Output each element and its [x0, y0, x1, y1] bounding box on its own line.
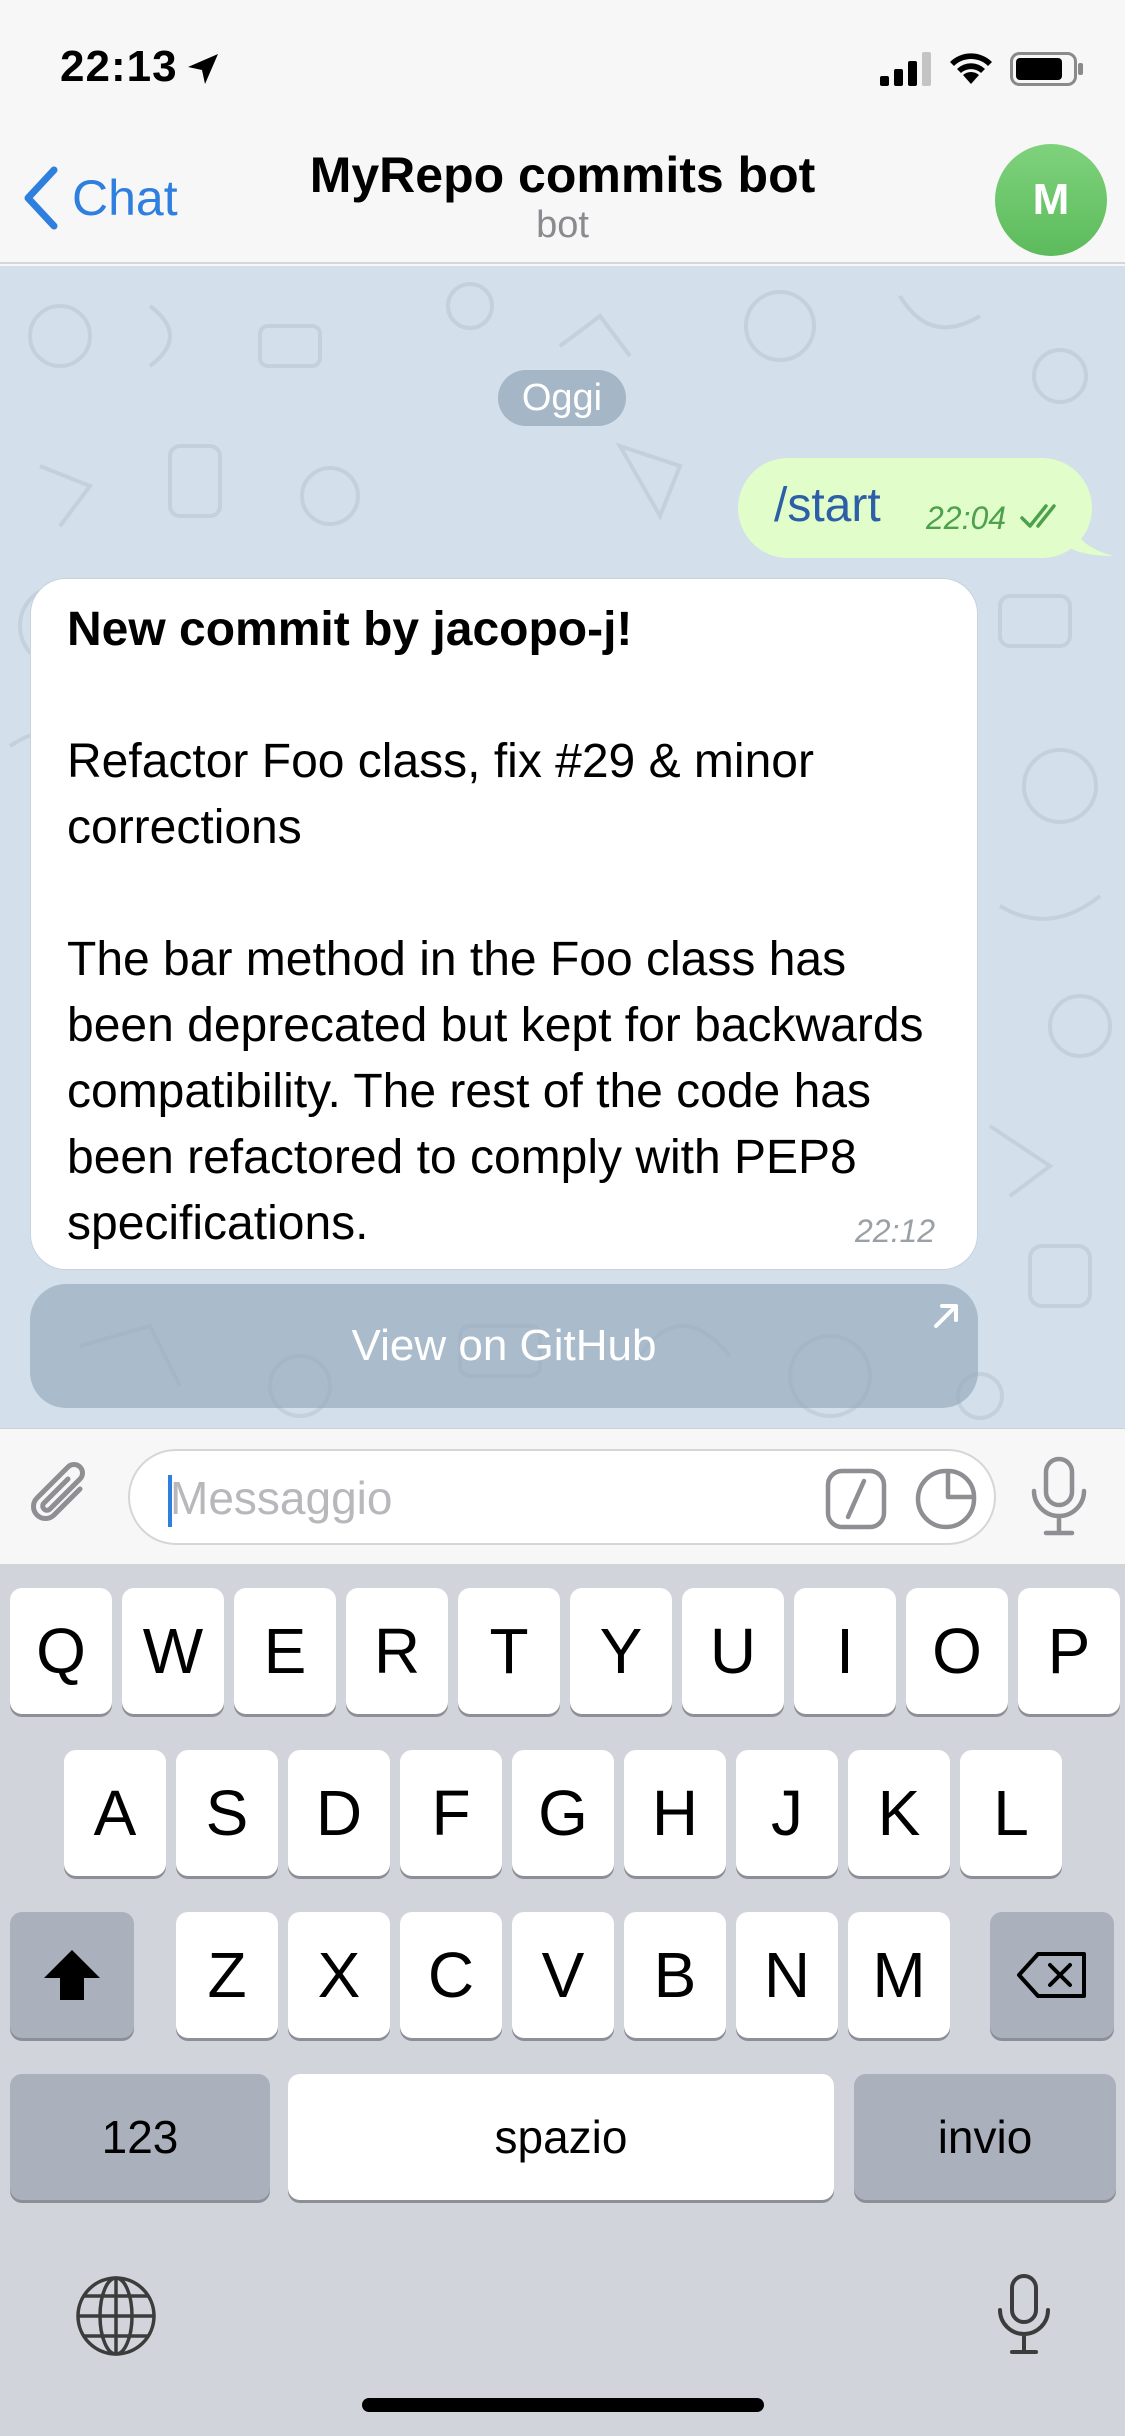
battery-icon — [1010, 52, 1083, 86]
message-input[interactable] — [170, 1465, 810, 1531]
key-t[interactable]: T — [458, 1588, 560, 1714]
key-c[interactable]: C — [400, 1912, 502, 2038]
keyboard: Q W E R T Y U I O P A S D F G H J K L Z … — [0, 1564, 1125, 2436]
incoming-message[interactable]: New commit by jacopo-j! Refactor Foo cla… — [30, 578, 978, 1270]
key-x[interactable]: X — [288, 1912, 390, 2038]
key-a[interactable]: A — [64, 1750, 166, 1876]
key-s[interactable]: S — [176, 1750, 278, 1876]
message-composer — [0, 1428, 1125, 1564]
key-y[interactable]: Y — [570, 1588, 672, 1714]
incoming-message-time: 22:12 — [855, 1213, 936, 1249]
key-q[interactable]: Q — [10, 1588, 112, 1714]
location-arrow-icon — [188, 54, 218, 84]
key-w[interactable]: W — [122, 1588, 224, 1714]
chat-area[interactable]: Oggi /start 22:04 New commit by jacopo-j… — [0, 266, 1125, 1428]
key-l[interactable]: L — [960, 1750, 1062, 1876]
key-u[interactable]: U — [682, 1588, 784, 1714]
view-on-github-label: View on GitHub — [351, 1321, 657, 1370]
microphone-icon[interactable] — [1026, 1455, 1092, 1539]
status-bar: 22:13 — [0, 0, 1125, 140]
avatar[interactable]: M — [995, 144, 1107, 256]
message-field[interactable] — [128, 1449, 996, 1545]
return-key[interactable]: invio — [854, 2074, 1116, 2200]
avatar-letter: M — [1032, 175, 1070, 224]
view-on-github-button[interactable]: View on GitHub — [30, 1284, 978, 1408]
key-k[interactable]: K — [848, 1750, 950, 1876]
shift-key[interactable] — [10, 1912, 134, 2038]
date-separator: Oggi — [498, 370, 626, 426]
numbers-key[interactable]: 123 — [10, 2074, 270, 2200]
chat-subtitle: bot — [536, 204, 589, 246]
backspace-icon — [1017, 1952, 1086, 1998]
key-b[interactable]: B — [624, 1912, 726, 2038]
outgoing-message-time: 22:04 — [926, 500, 1007, 536]
key-f[interactable]: F — [400, 1750, 502, 1876]
key-z[interactable]: Z — [176, 1912, 278, 2038]
key-n[interactable]: N — [736, 1912, 838, 2038]
key-r[interactable]: R — [346, 1588, 448, 1714]
command-icon[interactable] — [824, 1467, 888, 1531]
key-i[interactable]: I — [794, 1588, 896, 1714]
commit-description: The bar method in the Foo class has been… — [67, 933, 924, 1250]
globe-icon[interactable] — [74, 2274, 158, 2358]
commit-title: New commit by jacopo-j! — [67, 603, 633, 656]
double-check-icon — [1020, 504, 1056, 528]
sticker-icon[interactable] — [914, 1467, 978, 1531]
key-p[interactable]: P — [1018, 1588, 1120, 1714]
key-m[interactable]: M — [848, 1912, 950, 2038]
key-d[interactable]: D — [288, 1750, 390, 1876]
wifi-icon — [950, 53, 992, 84]
chat-title[interactable]: MyRepo commits bot — [0, 146, 1125, 204]
shift-icon — [44, 1950, 100, 2000]
home-indicator[interactable] — [362, 2398, 764, 2412]
key-g[interactable]: G — [512, 1750, 614, 1876]
key-j[interactable]: J — [736, 1750, 838, 1876]
backspace-key[interactable] — [990, 1912, 1114, 2038]
key-v[interactable]: V — [512, 1912, 614, 2038]
dictation-microphone-icon[interactable] — [994, 2274, 1054, 2358]
external-link-icon — [934, 1304, 958, 1328]
commit-summary: Refactor Foo class, fix #29 & minor corr… — [67, 735, 814, 854]
key-o[interactable]: O — [906, 1588, 1008, 1714]
outgoing-message-text: /start — [774, 479, 881, 532]
signal-icon — [880, 52, 931, 86]
attachment-icon[interactable] — [28, 1459, 98, 1533]
key-h[interactable]: H — [624, 1750, 726, 1876]
status-time: 22:13 — [60, 42, 178, 91]
key-e[interactable]: E — [234, 1588, 336, 1714]
outgoing-message[interactable]: /start 22:04 — [738, 458, 1092, 558]
space-key[interactable]: spazio — [288, 2074, 834, 2200]
chat-header: Chat MyRepo commits bot bot M — [0, 140, 1125, 264]
